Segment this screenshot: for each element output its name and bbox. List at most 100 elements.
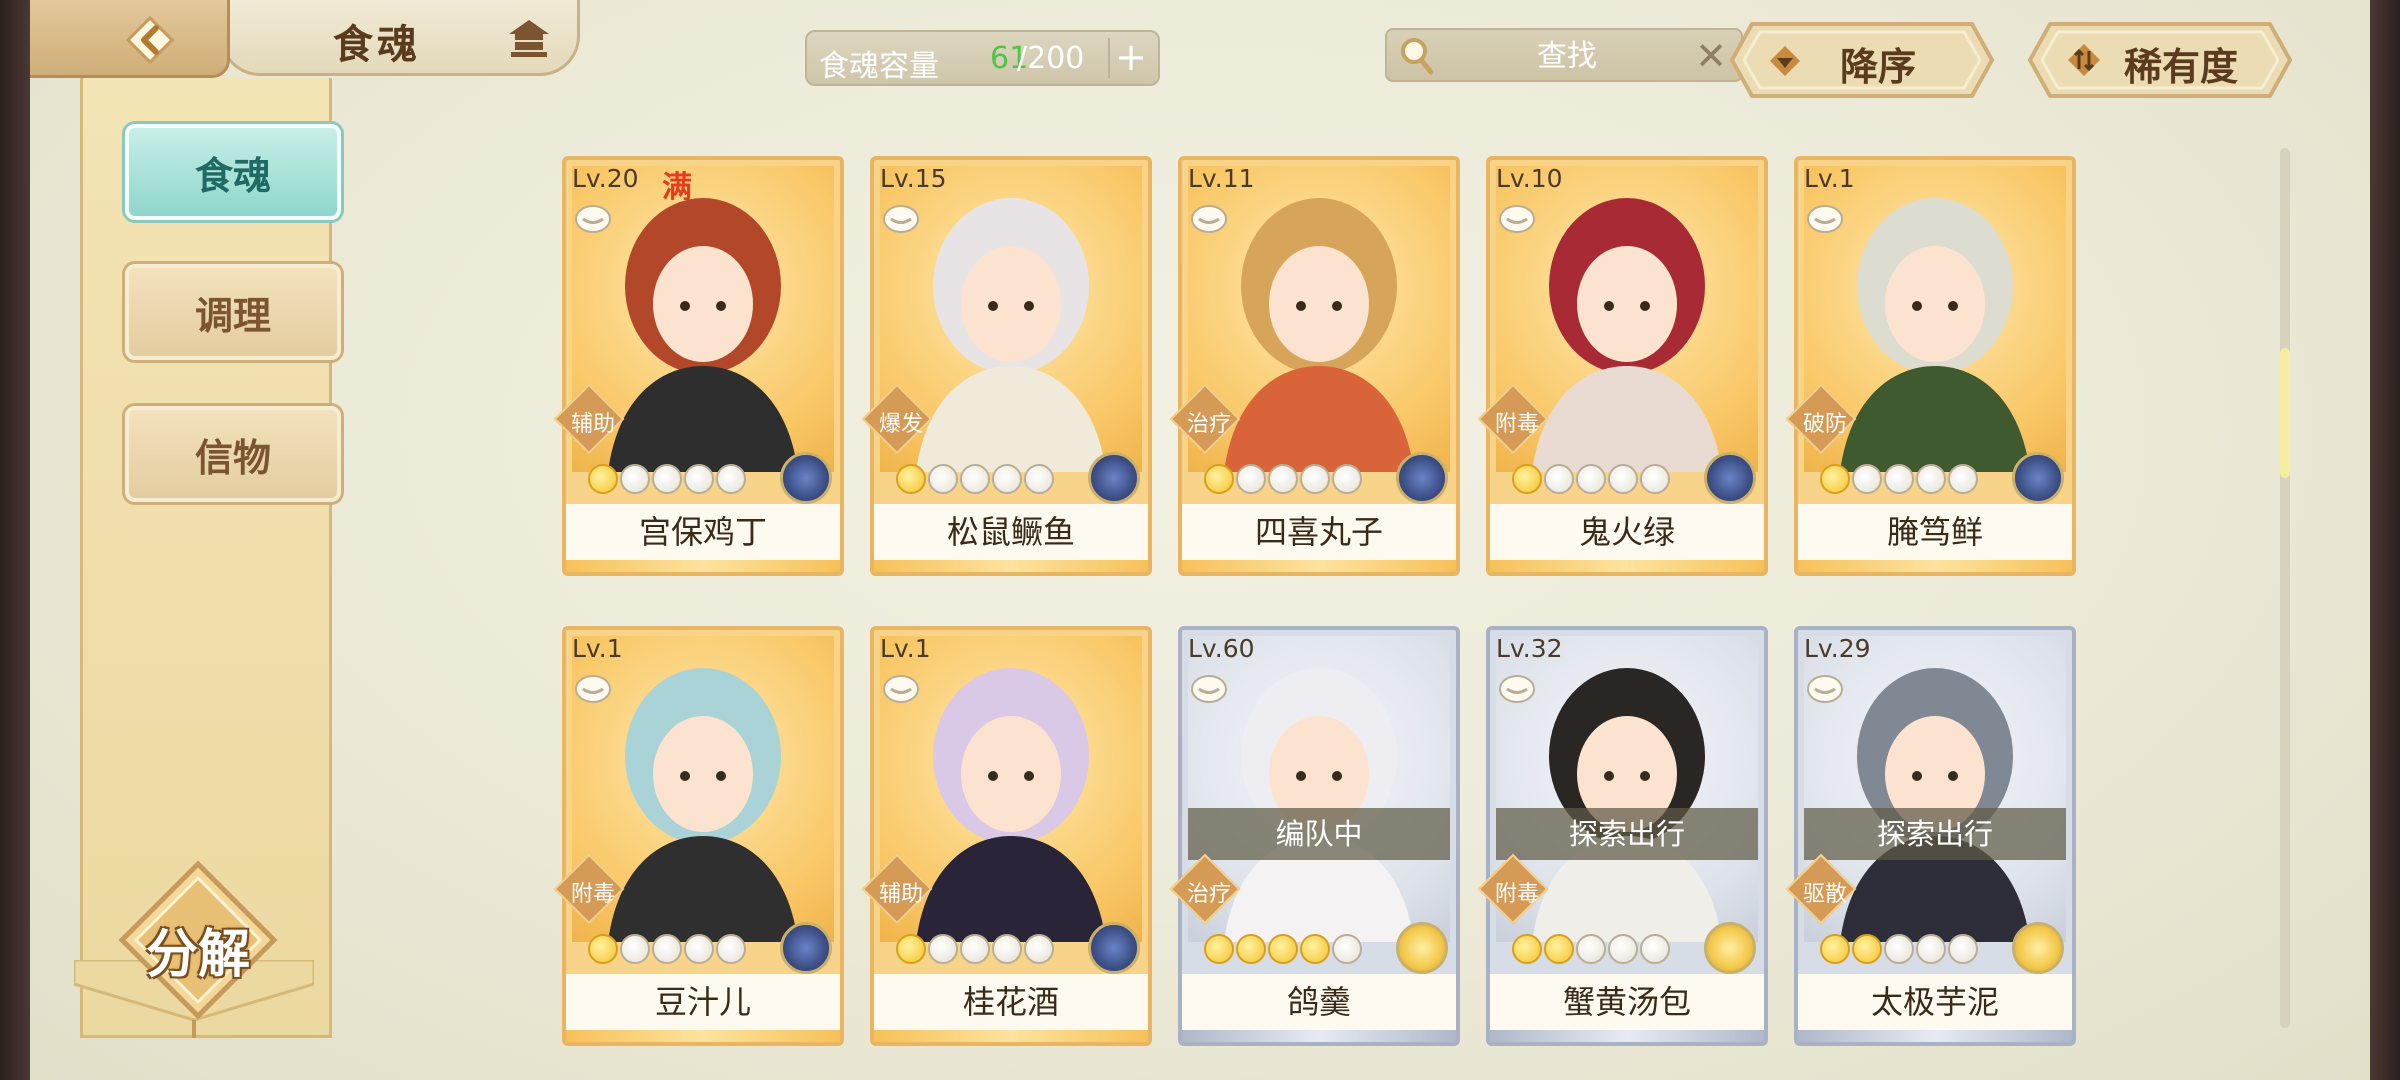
star-rating: [1204, 934, 1362, 968]
star-icon: [1820, 464, 1850, 494]
role-tag: 附毒: [1477, 853, 1550, 925]
role-tag: 驱散: [1785, 853, 1858, 925]
role-label: 附毒: [570, 882, 615, 907]
role-label: 驱散: [1802, 882, 1847, 907]
level-label: Lv.1: [572, 634, 623, 663]
level-label: Lv.20: [572, 164, 639, 193]
star-icon: [960, 464, 990, 494]
star-icon: [620, 464, 650, 494]
food-soul-screen: 食魂 食魂容量 61 /200 + ✕: [30, 0, 2370, 1080]
decompose-button[interactable]: 分解: [118, 860, 278, 1020]
sidebar-item-token[interactable]: 信物: [125, 406, 341, 502]
star-icon: [1332, 464, 1362, 494]
food-soul-card[interactable]: Lv.20 满 辅助 宫保鸡丁: [553, 156, 844, 576]
star-icon: [684, 934, 714, 964]
star-icon: [960, 934, 990, 964]
card-footer: [1798, 1030, 2072, 1042]
sort-order-button[interactable]: 降序: [1730, 20, 1994, 100]
food-soul-card[interactable]: Lv.1 附毒 豆汁儿: [553, 626, 844, 1046]
food-soul-card[interactable]: Lv.10 附毒 鬼火绿: [1477, 156, 1768, 576]
star-icon: [684, 464, 714, 494]
sidebar-item-label: 调理: [194, 293, 271, 338]
scroll-thumb[interactable]: [2280, 348, 2290, 478]
role-tag: 辅助: [553, 383, 626, 455]
food-soul-card[interactable]: Lv.15 爆发 松鼠鳜鱼: [861, 156, 1152, 576]
bowl-icon: [1499, 675, 1535, 703]
food-soul-name: 鸽羹: [1182, 974, 1456, 1030]
star-icon: [1948, 934, 1978, 964]
star-icon: [1512, 464, 1542, 494]
food-soul-name: 四喜丸子: [1182, 504, 1456, 560]
sidebar-item-cooking[interactable]: 调理: [125, 264, 341, 360]
star-rating: [1204, 464, 1362, 498]
star-icon: [1916, 464, 1946, 494]
star-icon: [1640, 464, 1670, 494]
element-icon: [2012, 452, 2064, 504]
star-icon: [1820, 934, 1850, 964]
sidebar-item-food-soul[interactable]: 食魂: [125, 124, 341, 220]
star-rating: [1820, 934, 1978, 968]
sort-order-label: 降序: [1840, 45, 1917, 89]
max-level-badge: 满: [662, 170, 692, 205]
star-icon: [1576, 464, 1606, 494]
role-label: 辅助: [570, 412, 615, 437]
star-icon: [1640, 934, 1670, 964]
food-soul-card[interactable]: 探索出行 Lv.32 附毒 蟹黄汤包: [1477, 626, 1768, 1046]
star-icon: [1236, 934, 1266, 964]
element-icon: [2012, 922, 2064, 974]
star-icon: [588, 464, 618, 494]
star-icon: [1268, 464, 1298, 494]
scrollbar[interactable]: [2280, 148, 2290, 1028]
star-icon: [1268, 934, 1298, 964]
status-label: 编队中: [1188, 808, 1450, 860]
level-label: Lv.1: [880, 634, 931, 663]
title-tab: 食魂: [220, 0, 580, 76]
back-button[interactable]: [122, 12, 178, 68]
sort-rarity-button[interactable]: 稀有度: [2028, 20, 2292, 100]
star-icon: [1884, 464, 1914, 494]
capacity-max: /200: [1017, 41, 1085, 76]
status-label: 探索出行: [1496, 808, 1758, 860]
star-icon: [896, 464, 926, 494]
add-capacity-button[interactable]: +: [1108, 38, 1152, 78]
star-icon: [1852, 934, 1882, 964]
star-icon: [1300, 934, 1330, 964]
star-icon: [588, 934, 618, 964]
food-soul-card[interactable]: 探索出行 Lv.29 驱散 太极芋泥: [1785, 626, 2076, 1046]
decompose-label: 分解: [145, 925, 250, 985]
food-soul-card[interactable]: 编队中 Lv.60 治疗 鸽羹: [1169, 626, 1460, 1046]
element-icon: [780, 452, 832, 504]
element-icon: [1396, 452, 1448, 504]
star-icon: [716, 464, 746, 494]
level-label: Lv.60: [1188, 634, 1255, 663]
home-icon[interactable]: [505, 16, 553, 60]
food-soul-card[interactable]: Lv.1 破防 腌笃鲜: [1785, 156, 2076, 576]
food-soul-name: 豆汁儿: [566, 974, 840, 1030]
clear-search-icon[interactable]: ✕: [1691, 34, 1731, 78]
card-footer: [1490, 560, 1764, 572]
bowl-icon: [1807, 675, 1843, 703]
food-soul-card[interactable]: Lv.1 辅助 桂花酒: [861, 626, 1152, 1046]
capacity-label: 食魂容量: [819, 49, 939, 84]
bowl-icon: [1191, 205, 1227, 233]
search-box: ✕: [1385, 28, 1743, 82]
role-label: 治疗: [1186, 412, 1231, 437]
search-input[interactable]: [1447, 36, 1687, 76]
star-icon: [1024, 934, 1054, 964]
star-icon: [652, 464, 682, 494]
role-tag: 治疗: [1169, 383, 1242, 455]
food-soul-card[interactable]: Lv.11 治疗 四喜丸子: [1169, 156, 1460, 576]
level-label: Lv.32: [1496, 634, 1563, 663]
star-icon: [1512, 934, 1542, 964]
food-soul-name: 太极芋泥: [1798, 974, 2072, 1030]
food-soul-name: 鬼火绿: [1490, 504, 1764, 560]
food-soul-name: 蟹黄汤包: [1490, 974, 1764, 1030]
card-footer: [874, 1030, 1148, 1042]
back-arrow-icon: [125, 15, 175, 65]
star-icon: [1300, 464, 1330, 494]
element-icon: [1704, 452, 1756, 504]
star-icon: [620, 934, 650, 964]
screen-edge-left: [0, 0, 30, 1080]
star-icon: [992, 464, 1022, 494]
star-icon: [1948, 464, 1978, 494]
